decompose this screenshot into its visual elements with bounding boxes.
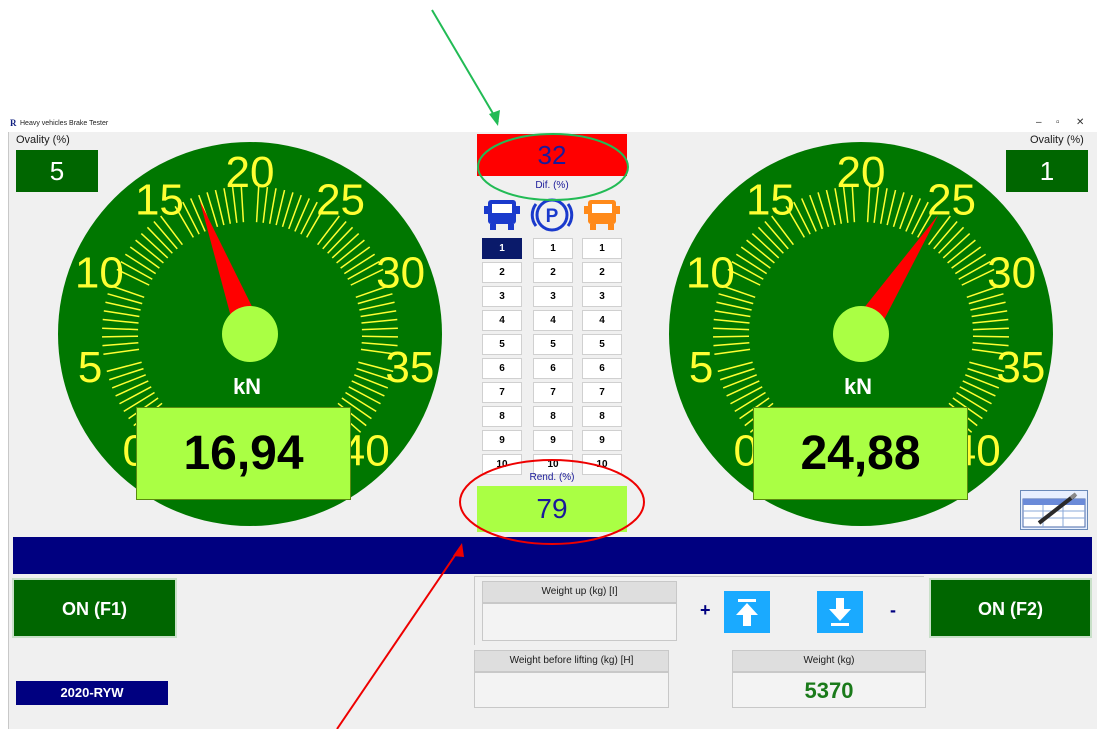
edit-table-button[interactable]	[1020, 490, 1088, 530]
right-motor-on-button[interactable]: ON (F2)	[929, 578, 1092, 638]
weight-label: Weight (kg)	[732, 650, 926, 672]
service-axle-6[interactable]: 6	[482, 358, 522, 379]
weight-before-label: Weight before lifting (kg) [H]	[474, 650, 669, 672]
minimize-button[interactable]: –	[1036, 117, 1042, 128]
service-axle-4[interactable]: 4	[482, 310, 522, 331]
weight-before-field[interactable]	[474, 672, 669, 708]
parking-axle-1[interactable]: 1	[533, 238, 573, 259]
service-axle-8[interactable]: 8	[482, 406, 522, 427]
right-gauge-tick	[713, 335, 750, 338]
efficiency-value: 79	[477, 486, 627, 532]
parking-axle-5[interactable]: 5	[533, 334, 573, 355]
service-axle-2[interactable]: 2	[482, 262, 522, 283]
svg-text:P: P	[546, 206, 559, 227]
left-gauge-label-15: 15	[135, 175, 184, 224]
app-icon: R	[10, 118, 17, 128]
parking-axle-9[interactable]: 9	[533, 430, 573, 451]
window-border	[8, 132, 9, 729]
restore-button[interactable]: ▫	[1056, 117, 1060, 128]
window-title: Heavy vehicles Brake Tester	[20, 120, 109, 127]
trailer-axle-4[interactable]: 4	[582, 310, 622, 331]
weight-up-label: Weight up (kg) [I]	[482, 581, 677, 603]
status-bar	[13, 537, 1092, 574]
right-gauge-tick	[972, 335, 1009, 338]
difference-label: Dif. (%)	[535, 180, 569, 191]
service-axle-list: 1 2 3 4 5 6 7 8 9 10	[482, 238, 522, 478]
left-motor-on-button[interactable]: ON (F1)	[12, 578, 177, 638]
trailer-axle-9[interactable]: 9	[582, 430, 622, 451]
left-gauge-label-35: 35	[385, 343, 434, 392]
title-bar	[8, 118, 1097, 132]
trailer-axle-2[interactable]: 2	[582, 262, 622, 283]
right-unit-label: kN	[843, 374, 873, 399]
minus-label: -	[890, 600, 896, 620]
trailer-truck-icon[interactable]	[582, 198, 622, 232]
parking-axle-8[interactable]: 8	[533, 406, 573, 427]
left-gauge-hub	[222, 306, 278, 362]
parking-axle-3[interactable]: 3	[533, 286, 573, 307]
efficiency-label: Rend. (%)	[529, 472, 575, 483]
right-gauge-label-35: 35	[996, 343, 1045, 392]
difference-value: 32	[477, 134, 627, 176]
trailer-axle-5[interactable]: 5	[582, 334, 622, 355]
trailer-axle-6[interactable]: 6	[582, 358, 622, 379]
parking-axle-6[interactable]: 6	[533, 358, 573, 379]
right-gauge-label-15: 15	[746, 175, 795, 224]
right-gauge-label-5: 5	[689, 343, 713, 392]
trailer-axle-1[interactable]: 1	[582, 238, 622, 259]
service-axle-7[interactable]: 7	[482, 382, 522, 403]
left-gauge-tick	[102, 335, 139, 338]
lift-down-button[interactable]	[817, 591, 863, 633]
trailer-axle-3[interactable]: 3	[582, 286, 622, 307]
lift-up-button[interactable]	[724, 591, 770, 633]
close-button[interactable]: ✕	[1076, 117, 1084, 128]
green-annotation-arrow	[431, 9, 499, 123]
parking-brake-icon[interactable]: P	[528, 198, 576, 232]
left-gauge-label-25: 25	[316, 175, 365, 224]
parking-axle-7[interactable]: 7	[533, 382, 573, 403]
right-gauge-label-30: 30	[987, 249, 1036, 298]
weight-value: 5370	[732, 672, 926, 708]
left-gauge-label-10: 10	[75, 249, 124, 298]
parking-axle-2[interactable]: 2	[533, 262, 573, 283]
service-axle-1[interactable]: 1	[482, 238, 522, 259]
service-axle-5[interactable]: 5	[482, 334, 522, 355]
service-axle-9[interactable]: 9	[482, 430, 522, 451]
service-brake-truck-icon[interactable]	[482, 198, 522, 232]
left-force-readout: 16,94	[136, 407, 351, 500]
plus-label: +	[700, 600, 711, 620]
weight-up-field[interactable]	[482, 603, 677, 641]
left-gauge-tick	[361, 335, 398, 338]
left-gauge-label-5: 5	[78, 343, 102, 392]
right-force-readout: 24,88	[753, 407, 968, 500]
right-gauge-hub	[833, 306, 889, 362]
parking-axle-4[interactable]: 4	[533, 310, 573, 331]
trailer-axle-8[interactable]: 8	[582, 406, 622, 427]
right-gauge-label-25: 25	[927, 175, 976, 224]
parking-axle-list: 1 2 3 4 5 6 7 8 9 10	[533, 238, 573, 478]
right-gauge-label-20: 20	[837, 148, 886, 197]
left-gauge-label-20: 20	[226, 148, 275, 197]
vehicle-plate: 2020-RYW	[16, 681, 168, 705]
left-gauge-label-30: 30	[376, 249, 425, 298]
trailer-axle-7[interactable]: 7	[582, 382, 622, 403]
service-axle-3[interactable]: 3	[482, 286, 522, 307]
left-unit-label: kN	[232, 374, 262, 399]
right-gauge-label-10: 10	[686, 249, 735, 298]
trailer-axle-list: 1 2 3 4 5 6 7 8 9 10	[582, 238, 622, 478]
